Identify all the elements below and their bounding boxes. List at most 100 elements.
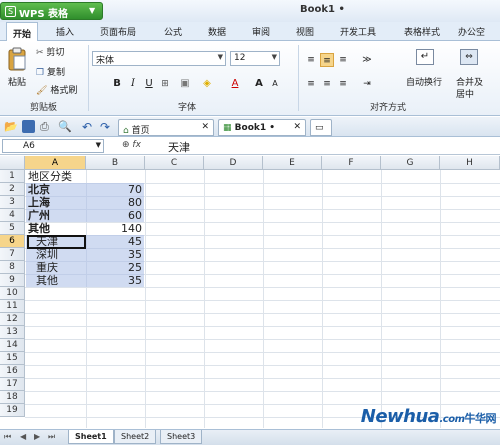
column-header-h[interactable]: H <box>440 156 500 170</box>
column-header-b[interactable]: B <box>86 156 145 170</box>
doc-tab-home[interactable]: ⌂ 首页 ✕ <box>118 119 214 136</box>
cut-button[interactable]: ✂ 剪切 <box>36 45 64 58</box>
cell-a9[interactable]: 其他 <box>36 274 58 287</box>
cell-b7[interactable]: 35 <box>88 248 142 261</box>
cell-a2[interactable]: 北京 <box>28 183 50 196</box>
fill-color-icon[interactable]: ◈ <box>200 77 214 91</box>
select-all-corner[interactable] <box>0 156 25 170</box>
undo-icon[interactable]: ↶ <box>82 120 95 134</box>
font-size-select[interactable]: 12 ▼ <box>230 51 280 66</box>
align-bottom-icon[interactable]: ≡ <box>336 53 350 67</box>
row-header-19[interactable]: 19 <box>0 404 25 417</box>
text-direction-icon[interactable]: ≫ <box>360 53 374 67</box>
tab-view[interactable]: 视图 <box>296 25 314 38</box>
worksheet-grid[interactable]: A B C D E F G H 1 2 3 4 5 6 7 8 9 10 11 … <box>0 156 500 428</box>
font-color-button[interactable]: A <box>228 77 242 91</box>
row-header-13[interactable]: 13 <box>0 326 25 339</box>
merge-center-button[interactable]: ⇔ 合并及 居中 <box>454 47 494 100</box>
grow-font-button[interactable]: A <box>252 77 266 91</box>
align-right-icon[interactable]: ≡ <box>336 77 350 91</box>
row-header-18[interactable]: 18 <box>0 391 25 404</box>
tab-page-layout[interactable]: 页面布局 <box>100 25 136 38</box>
row-header-1[interactable]: 1 <box>0 170 25 183</box>
row-header-8[interactable]: 8 <box>0 261 25 274</box>
cell-b3[interactable]: 80 <box>88 196 142 209</box>
shrink-font-button[interactable]: A <box>268 77 282 91</box>
close-icon[interactable]: ✕ <box>201 122 209 132</box>
row-header-2[interactable]: 2 <box>0 183 25 196</box>
redo-icon[interactable]: ↷ <box>100 120 113 134</box>
align-top-icon[interactable]: ≡ <box>304 53 318 67</box>
tab-data[interactable]: 数据 <box>208 25 226 38</box>
italic-button[interactable]: I <box>126 77 140 91</box>
print-icon[interactable]: ⎙ <box>40 120 53 133</box>
tab-developer[interactable]: 开发工具 <box>340 25 376 38</box>
print-preview-icon[interactable]: 🔍 <box>58 120 72 133</box>
name-box[interactable]: A6 ▼ <box>2 139 104 153</box>
tab-office[interactable]: 办公空 <box>458 25 485 38</box>
app-menu-button[interactable]: S WPS 表格 ▼ <box>0 2 103 20</box>
row-header-4[interactable]: 4 <box>0 209 25 222</box>
copy-button[interactable]: ❐ 复制 <box>36 65 65 78</box>
function-icon[interactable]: ⊕ fx <box>122 140 141 150</box>
cell-b9[interactable]: 35 <box>88 274 142 287</box>
row-header-5[interactable]: 5 <box>0 222 25 235</box>
doc-tab-book1[interactable]: ▦ Book1 • ✕ <box>218 119 306 136</box>
next-sheet-icon[interactable]: ▶ <box>34 432 40 441</box>
format-painter-button[interactable]: 🖌 格式刷 <box>36 83 77 96</box>
underline-button[interactable]: U <box>142 77 156 91</box>
first-sheet-icon[interactable]: ⏮ <box>4 432 11 442</box>
cell-a7[interactable]: 深圳 <box>36 248 58 261</box>
cell-a4[interactable]: 广州 <box>28 209 50 222</box>
row-header-10[interactable]: 10 <box>0 287 25 300</box>
merge-cells-icon[interactable]: ▣ <box>178 77 192 91</box>
row-header-15[interactable]: 15 <box>0 352 25 365</box>
font-name-select[interactable]: 宋体 ▼ <box>92 51 226 66</box>
paste-button[interactable]: 粘贴 <box>4 45 30 93</box>
row-header-3[interactable]: 3 <box>0 196 25 209</box>
column-header-a[interactable]: A <box>25 156 86 170</box>
tab-home[interactable]: 开始 <box>6 22 39 41</box>
open-folder-icon[interactable]: 📂 <box>4 120 18 133</box>
tab-insert[interactable]: 插入 <box>56 25 74 38</box>
row-header-16[interactable]: 16 <box>0 365 25 378</box>
column-header-f[interactable]: F <box>322 156 381 170</box>
row-header-6[interactable]: 6 <box>0 235 25 248</box>
indent-icon[interactable]: ⇥ <box>360 77 374 91</box>
tab-table-style[interactable]: 表格样式 <box>404 25 440 38</box>
row-header-12[interactable]: 12 <box>0 313 25 326</box>
column-header-e[interactable]: E <box>263 156 322 170</box>
row-header-14[interactable]: 14 <box>0 339 25 352</box>
cell-a8[interactable]: 重庆 <box>36 261 58 274</box>
close-icon[interactable]: ✕ <box>293 122 301 132</box>
wrap-text-button[interactable]: ↵ 自动换行 <box>404 47 444 91</box>
cell-a1[interactable]: 地区分类 <box>28 170 72 183</box>
border-icon[interactable]: ⊞ <box>158 77 172 91</box>
tab-review[interactable]: 审阅 <box>252 25 270 38</box>
formula-content[interactable]: 天津 <box>168 139 190 155</box>
row-header-11[interactable]: 11 <box>0 300 25 313</box>
column-header-c[interactable]: C <box>145 156 204 170</box>
row-header-7[interactable]: 7 <box>0 248 25 261</box>
column-header-g[interactable]: G <box>381 156 440 170</box>
sheet-tab-2[interactable]: Sheet2 <box>114 430 157 444</box>
column-header-d[interactable]: D <box>204 156 263 170</box>
save-icon[interactable] <box>22 120 35 133</box>
new-tab-button[interactable]: ▭ <box>310 119 332 136</box>
last-sheet-icon[interactable]: ⏭ <box>48 432 55 442</box>
cell-a5[interactable]: 其他 <box>28 222 50 235</box>
row-header-9[interactable]: 9 <box>0 274 25 287</box>
prev-sheet-icon[interactable]: ◀ <box>20 432 26 441</box>
cell-b8[interactable]: 25 <box>88 261 142 274</box>
bold-button[interactable]: B <box>110 77 124 91</box>
sheet-tab-1[interactable]: Sheet1 <box>68 430 114 444</box>
tab-formulas[interactable]: 公式 <box>164 25 182 38</box>
row-header-17[interactable]: 17 <box>0 378 25 391</box>
cell-b4[interactable]: 60 <box>88 209 142 222</box>
cell-b5[interactable]: 140 <box>88 222 142 235</box>
sheet-tab-3[interactable]: Sheet3 <box>160 430 203 444</box>
align-center-icon[interactable]: ≡ <box>320 77 334 91</box>
align-left-icon[interactable]: ≡ <box>304 77 318 91</box>
cell-a3[interactable]: 上海 <box>28 196 50 209</box>
align-middle-icon[interactable]: ≡ <box>320 53 334 67</box>
